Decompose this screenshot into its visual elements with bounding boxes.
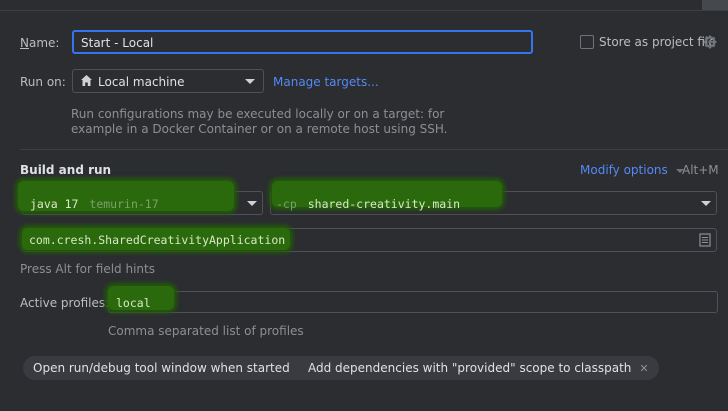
home-icon [80, 74, 93, 90]
active-profiles-label: Active profiles: [20, 296, 110, 310]
jre-value: java 17 temurin-17 [30, 197, 159, 211]
name-label: Name: [20, 36, 59, 50]
build-and-run-heading: Build and run [20, 163, 112, 177]
chip-open-tool-window[interactable]: Open run/debug tool window when started✕ [23, 356, 317, 380]
run-on-description-line1: Run configurations may be executed local… [71, 107, 445, 121]
manage-targets-link[interactable]: Manage targets... [273, 75, 379, 89]
chip-provided-scope[interactable]: Add dependencies with "provided" scope t… [298, 356, 659, 380]
modify-options-link[interactable]: Modify options [580, 163, 684, 177]
chevron-down-icon [247, 201, 257, 206]
browse-class-icon[interactable] [699, 233, 711, 247]
store-project-file-checkbox[interactable] [580, 35, 594, 49]
window-control[interactable] [702, 0, 728, 10]
classpath-value: -cp shared-creativity.main [276, 197, 460, 211]
section-separator [20, 149, 728, 150]
jre-name: java 17 [30, 197, 79, 211]
classpath-module: shared-creativity.main [307, 197, 461, 211]
run-on-label: Run on: [20, 75, 66, 89]
dialog-top-bar [0, 0, 728, 11]
classpath-flag: -cp [276, 197, 297, 211]
field-hint: Press Alt for field hints [20, 262, 155, 276]
chevron-down-icon [245, 79, 255, 84]
chip-label: Add dependencies with "provided" scope t… [308, 361, 632, 375]
run-on-combo[interactable]: Local machine [72, 69, 264, 93]
run-on-description-line2: example in a Docker Container or on a re… [71, 122, 448, 136]
main-class-value: com.cresh.SharedCreativityApplication [29, 233, 286, 247]
chip-label: Open run/debug tool window when started [33, 361, 290, 375]
jre-detail: temurin-17 [89, 197, 159, 211]
run-on-value: Local machine [98, 75, 185, 89]
gear-icon[interactable] [703, 35, 717, 49]
name-label-mnemonic: N [20, 36, 29, 50]
run-on-description: Run configurations may be executed local… [71, 107, 448, 137]
active-profiles-value: local [116, 296, 151, 310]
modify-options-shortcut: Alt+M [682, 163, 719, 177]
close-icon[interactable]: ✕ [639, 362, 648, 375]
name-label-rest: ame: [28, 36, 60, 50]
name-field-value: Start - Local [81, 36, 154, 50]
active-profiles-field[interactable] [108, 291, 718, 313]
name-field[interactable]: Start - Local [72, 30, 533, 54]
active-profiles-hint: Comma separated list of profiles [108, 324, 304, 338]
store-project-file-label[interactable]: Store as project file [599, 35, 716, 49]
modify-options-label: Modify options [580, 163, 668, 177]
chevron-down-icon [701, 201, 711, 206]
